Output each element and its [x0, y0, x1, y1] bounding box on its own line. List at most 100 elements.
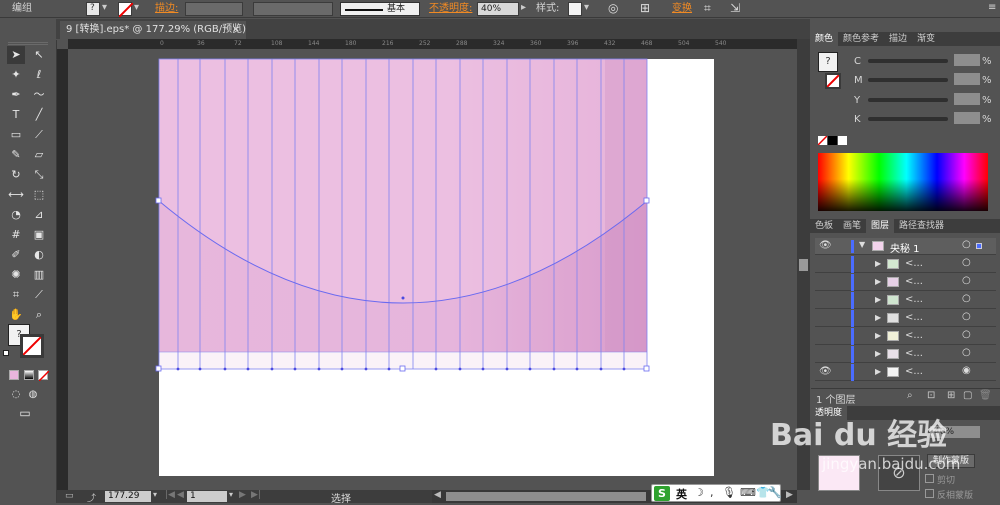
chevron-down-icon[interactable]: ▾ [153, 490, 157, 499]
ime-toolbar[interactable]: S 英 ☽ , 🎙 ⌨ 👕 🔧 [651, 484, 782, 502]
locate-object-icon[interactable]: ⌕ [907, 390, 913, 401]
rectangle-icon[interactable]: ▭ [7, 126, 25, 144]
stroke-swatch[interactable] [118, 2, 133, 17]
export-icon[interactable]: ⤴ [87, 491, 96, 504]
tab-swatches[interactable]: 色板 [810, 219, 838, 233]
target-icon[interactable]: ○ [962, 311, 971, 322]
tab-color[interactable]: 颜色 [810, 32, 839, 46]
target-icon[interactable]: ○ [962, 329, 971, 340]
expand-arrow-icon[interactable]: ▶ [875, 313, 881, 322]
trash-icon[interactable]: 🗑 [979, 390, 992, 401]
first-page-icon[interactable]: |◀ [165, 490, 175, 500]
layer-row[interactable]: ▶ <... ○ [815, 346, 996, 363]
stroke-label[interactable]: 描边: [155, 0, 178, 18]
target-icon[interactable]: ○ [962, 347, 971, 358]
input-c[interactable] [954, 54, 980, 66]
mesh-icon[interactable]: # [7, 226, 25, 244]
last-page-icon[interactable]: ▶| [251, 490, 261, 500]
default-colors-icon[interactable] [3, 350, 9, 356]
magic-wand-icon[interactable]: ✦ [7, 66, 25, 84]
target-icon[interactable]: ◉ [962, 365, 971, 376]
hscroll-thumb[interactable] [446, 492, 646, 501]
ime-language[interactable]: 英 [676, 486, 687, 502]
hand-icon[interactable]: ✋ [7, 306, 25, 324]
column-graph-icon[interactable]: ▥ [30, 266, 48, 284]
layer-row[interactable]: ▶ <... ○ [815, 292, 996, 309]
chevron-down-icon[interactable]: ▾ [229, 490, 233, 499]
direct-selection-icon[interactable]: ↖ [30, 46, 48, 64]
scale-icon[interactable]: ⤡ [30, 166, 48, 184]
eyedropper-icon[interactable]: ✐ [7, 246, 25, 264]
expand-arrow-icon[interactable]: ▶ [875, 277, 881, 286]
wrench-icon[interactable]: 🔧 [768, 486, 782, 499]
color-mode-icon[interactable] [9, 370, 19, 380]
next-page-icon[interactable]: ▶ [239, 490, 246, 500]
chevron-down-icon[interactable]: ▾ [134, 2, 139, 13]
chevron-down-icon[interactable]: ▾ [102, 2, 107, 13]
input-y[interactable] [954, 93, 980, 105]
artboard-icon[interactable]: ⌗ [7, 286, 25, 304]
punctuation-icon[interactable]: , [710, 486, 714, 499]
style-swatch[interactable] [568, 2, 582, 16]
slice-icon[interactable]: ⟋ [30, 286, 48, 304]
tab-pathfinder[interactable]: 路径查找器 [894, 219, 949, 233]
target-icon[interactable]: ○ [962, 293, 971, 304]
layer-row[interactable]: ▶ <... ○ [815, 274, 996, 291]
layer-row[interactable]: ▶ <... ○ [815, 256, 996, 273]
panel-stroke-box[interactable] [825, 73, 841, 89]
layer-row-top[interactable]: 👁 ▼ 央秘 1 ○ [815, 238, 996, 255]
chevron-down-icon[interactable]: ▾ [584, 2, 589, 13]
shape-builder-icon[interactable]: ◔ [7, 206, 25, 224]
perspective-icon[interactable]: ⊿ [30, 206, 48, 224]
variable-width-field[interactable] [253, 2, 333, 16]
target-icon[interactable]: ○ [962, 257, 971, 268]
close-icon[interactable]: × [232, 21, 240, 39]
draw-behind-icon[interactable]: ◍ [24, 386, 42, 404]
type-icon[interactable]: T [7, 106, 25, 124]
rotate-icon[interactable]: ↻ [7, 166, 25, 184]
eraser-icon[interactable]: ▱ [30, 146, 48, 164]
line-icon[interactable]: ╱ [30, 106, 48, 124]
scroll-right-icon[interactable]: ▶ [786, 490, 793, 500]
gradient-icon[interactable]: ▣ [30, 226, 48, 244]
new-sublayer-icon[interactable]: ⊞ [947, 390, 955, 401]
recolor-icon[interactable]: ◎ [608, 1, 618, 15]
expand-arrow-icon[interactable]: ▶ [875, 295, 881, 304]
eye-icon[interactable]: 👁 [819, 240, 832, 251]
eye-icon[interactable]: 👁 [819, 366, 832, 377]
color-spectrum[interactable] [818, 153, 988, 211]
layer-row[interactable]: 👁 ▶ <... ◉ [815, 364, 996, 381]
opacity-label[interactable]: 不透明度: [429, 0, 472, 18]
stroke-color-box[interactable] [20, 334, 44, 358]
pencil-icon[interactable]: ✎ [7, 146, 25, 164]
brush-definition-field[interactable]: 基本 [340, 2, 420, 16]
symbol-sprayer-icon[interactable]: ✺ [7, 266, 25, 284]
tab-color-guide[interactable]: 颜色参考 [838, 32, 884, 46]
white-swatch[interactable] [838, 136, 847, 145]
zoom-icon[interactable]: ⌕ [30, 306, 48, 324]
slider-k[interactable] [868, 117, 948, 121]
invert-mask-checkbox[interactable] [925, 489, 934, 498]
black-swatch[interactable] [828, 136, 837, 145]
curvature-icon[interactable]: 〜 [30, 86, 48, 104]
expand-arrow-icon[interactable]: ▶ [875, 259, 881, 268]
slider-c[interactable] [868, 59, 948, 63]
slider-y[interactable] [868, 98, 948, 102]
target-icon[interactable]: ○ [962, 239, 971, 250]
free-transform-icon[interactable]: ⬚ [30, 186, 48, 204]
zoom-input[interactable]: 177.29 [105, 491, 151, 502]
layer-row[interactable]: ▶ <... ○ [815, 310, 996, 327]
panel-fill-box[interactable]: ? [818, 52, 838, 72]
none-mode-icon[interactable] [38, 370, 49, 381]
width-tool-icon[interactable]: ⟷ [7, 186, 25, 204]
expand-arrow-icon[interactable]: ▶ [875, 331, 881, 340]
expand-arrow-icon[interactable]: ▶ [875, 367, 881, 376]
clipping-mask-icon[interactable]: ⊡ [927, 390, 935, 401]
prev-page-icon[interactable]: ◀ [177, 490, 184, 500]
input-m[interactable] [954, 73, 980, 85]
stroke-weight-field[interactable] [185, 2, 243, 16]
gradient-mode-icon[interactable] [24, 370, 34, 380]
mic-icon[interactable]: 🎙 [722, 486, 736, 499]
expand-arrow-icon[interactable]: ▶ [875, 349, 881, 358]
chevron-right-icon[interactable]: ▸ [521, 2, 526, 13]
